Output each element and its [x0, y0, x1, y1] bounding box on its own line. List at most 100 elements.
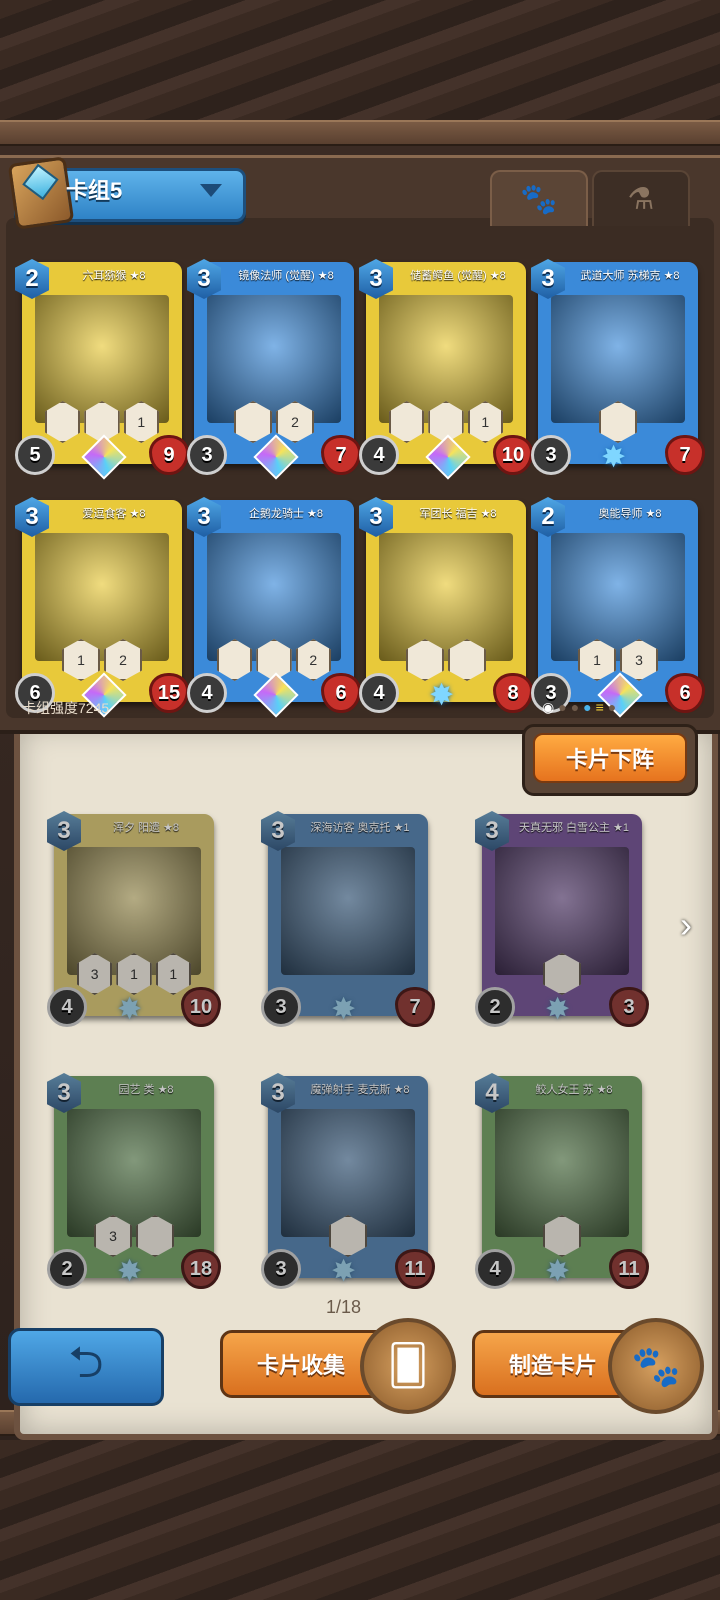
card-name: 园艺 类 ★8 [89, 1079, 203, 1101]
card-skills: 311 [77, 953, 191, 995]
skill-icon [543, 953, 581, 995]
tab-pets[interactable]: 🐾 [490, 170, 588, 226]
card[interactable]: 企鹅龙骑士 ★8 3 2 4 6 [187, 497, 361, 718]
card-attack: 2 [47, 1249, 87, 1289]
skill-icon [406, 639, 444, 681]
card[interactable]: 爱逗食客 ★8 3 1 2 6 15 [15, 497, 189, 718]
card-attack: 4 [359, 435, 399, 475]
remove-card-button[interactable]: 卡片下阵 [522, 724, 698, 796]
card-attack: 5 [15, 435, 55, 475]
lightning-filter-icon[interactable]: ≡ [596, 699, 608, 715]
card-name: 深海访客 奥克托 ★1 [303, 817, 417, 839]
card-name: 武道大师 苏梯克 ★8 [573, 265, 687, 287]
card-attack: 3 [261, 987, 301, 1027]
card-name: 魔弹射手 麦克斯 ★8 [303, 1079, 417, 1101]
skill-icon [389, 401, 425, 443]
star-emblem-icon: ✸ [545, 1255, 571, 1288]
card-name: 天真无邪 白雪公主 ★1 [517, 817, 631, 839]
wood-background-bottom [0, 1440, 720, 1600]
back-button[interactable]: ⮌ [8, 1328, 164, 1406]
card-skills: 12 [45, 639, 159, 681]
card-book-icon[interactable]: 🂠 [360, 1318, 456, 1414]
filter-icon[interactable]: ● [571, 699, 583, 715]
skill-icon: 3 [620, 639, 658, 681]
skill-icon [136, 1215, 174, 1257]
card[interactable]: 武道大师 苏梯克 ★8 3 3 7 ✸ [531, 259, 705, 475]
skill-icon: 2 [295, 639, 331, 681]
skill-icon: 1 [467, 401, 503, 443]
skill-icon [217, 639, 253, 681]
water-filter-icon[interactable]: ● [583, 699, 595, 715]
card-name: 企鹅龙骑士 ★8 [229, 503, 343, 525]
deck-book-icon [7, 156, 75, 230]
card-skills [291, 953, 405, 991]
card-skills [291, 1215, 405, 1257]
card-name: 奥能导师 ★8 [573, 503, 687, 525]
card[interactable]: 镜像法师 (觉醒) ★8 3 2 3 7 [187, 259, 361, 480]
card[interactable]: 天真无邪 白雪公主 ★1 3 2 3 ✸ [475, 811, 649, 1027]
card-name: 镜像法师 (觉醒) ★8 [229, 265, 343, 287]
card-attack: 4 [359, 673, 399, 713]
deck-name: 卡组5 [66, 178, 123, 203]
skill-icon: 2 [276, 401, 314, 443]
skill-icon [45, 401, 81, 443]
card-skills: 2 [217, 639, 331, 681]
star-emblem-icon: ✸ [117, 993, 143, 1026]
paw-potion-icon[interactable]: 🐾 [608, 1318, 704, 1414]
back-arrow-icon: ⮌ [68, 1337, 104, 1387]
skill-icon: 1 [155, 953, 191, 995]
potion-icon: ⚗ [627, 182, 655, 216]
card-collection-label: 卡片收集 [257, 1353, 346, 1378]
card-name: 浑夕 阳遗 ★8 [89, 817, 203, 839]
chevron-down-icon[interactable] [200, 184, 222, 197]
star-emblem-icon: ✸ [429, 679, 455, 712]
card-skills [561, 401, 675, 443]
skill-icon [448, 639, 486, 681]
card-name: 军团长 福吉 ★8 [401, 503, 515, 525]
card[interactable]: 浑夕 阳遗 ★8 3 3 1 1 4 10 ✸ [47, 811, 221, 1027]
star-emblem-icon: ✸ [545, 993, 571, 1026]
card[interactable]: 深海访客 奥克托 ★1 3 3 7 ✸ [261, 811, 435, 1027]
card-skills: 2 [217, 401, 331, 443]
card[interactable]: 奥能导师 ★8 2 1 3 3 6 [531, 497, 705, 718]
card[interactable]: 军团长 福吉 ★8 3 4 8 ✸ [359, 497, 533, 713]
skill-icon: 3 [77, 953, 113, 995]
fire-filter-icon[interactable]: ● [608, 699, 620, 715]
card-attack: 4 [475, 1249, 515, 1289]
tab-potions[interactable]: ⚗ [592, 170, 690, 226]
skill-icon [234, 401, 272, 443]
page-indicator: 1/18 [326, 1297, 362, 1317]
filter-icon[interactable]: ● [558, 699, 570, 715]
skill-icon: 1 [116, 953, 152, 995]
skill-icon [599, 401, 637, 443]
card[interactable]: 魔弹射手 麦克斯 ★8 3 3 11 ✸ [261, 1073, 435, 1289]
skill-icon [543, 1215, 581, 1257]
card-attack: 3 [187, 435, 227, 475]
all-filter-icon[interactable]: ◉ [542, 699, 558, 715]
card-name: 爱逗食客 ★8 [57, 503, 171, 525]
deck-strength: 卡组强度7245 [22, 700, 110, 716]
skill-icon [329, 1215, 367, 1257]
card-name: 储蓄鳄鱼 (觉醒) ★8 [401, 265, 515, 287]
card[interactable]: 六耳猕猴 ★8 2 1 5 9 [15, 259, 189, 480]
craft-card-label: 制造卡片 [509, 1353, 598, 1378]
card-attack: 3 [531, 435, 571, 475]
star-emblem-icon: ✸ [331, 993, 357, 1026]
card-skills: 3 [77, 1215, 191, 1257]
skill-icon: 2 [104, 639, 142, 681]
remove-card-label: 卡片下阵 [533, 733, 687, 783]
wood-plank [0, 120, 720, 146]
card-attack: 3 [261, 1249, 301, 1289]
star-emblem-icon: ✸ [117, 1255, 143, 1288]
skill-icon: 1 [62, 639, 100, 681]
card-skills: 13 [561, 639, 675, 681]
card-attack: 4 [47, 987, 87, 1027]
element-filter-bar[interactable]: ◉●●●≡● [542, 699, 620, 716]
card[interactable]: 储蓄鳄鱼 (觉醒) ★8 3 1 4 10 [359, 259, 533, 480]
card-attack: 4 [187, 673, 227, 713]
card-skills [505, 1215, 619, 1257]
card-attack: 2 [475, 987, 515, 1027]
card[interactable]: 园艺 类 ★8 3 3 2 18 ✸ [47, 1073, 221, 1289]
chevron-right-icon[interactable]: › [680, 905, 702, 945]
card[interactable]: 鲛人女王 苏 ★8 4 4 11 ✸ [475, 1073, 649, 1289]
